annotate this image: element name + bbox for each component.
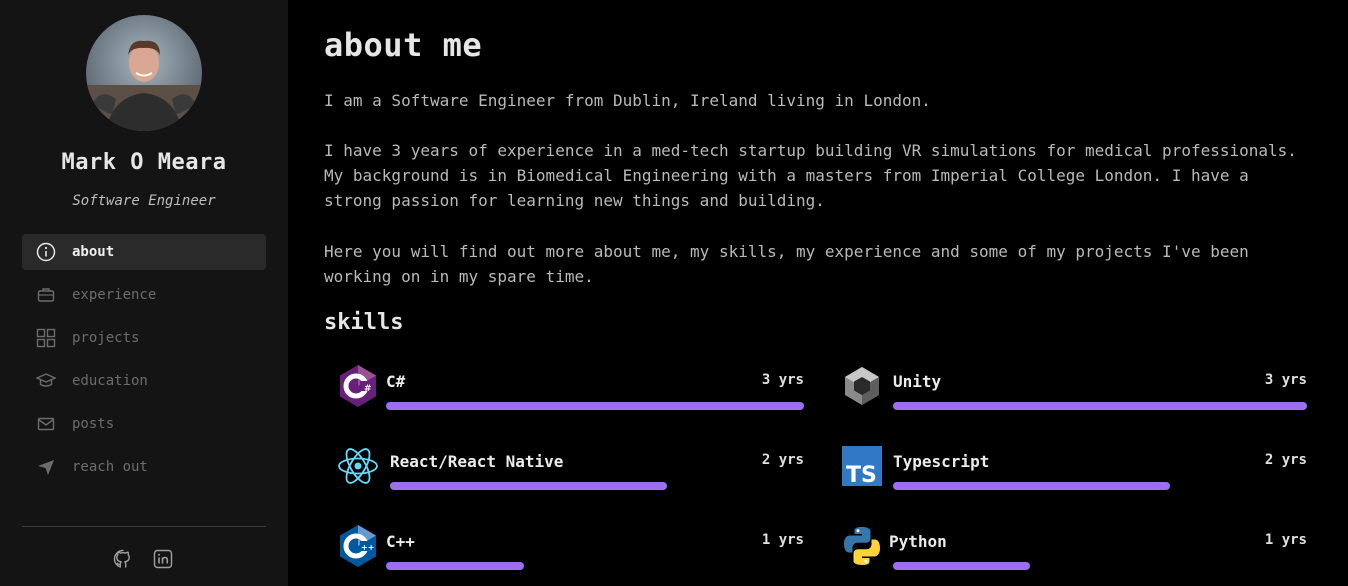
linkedin-icon[interactable] bbox=[152, 548, 174, 570]
svg-text:++: ++ bbox=[361, 543, 374, 552]
skill-years: 3 yrs bbox=[1264, 372, 1307, 388]
skill-bar-track bbox=[386, 562, 804, 570]
skill-years: 2 yrs bbox=[761, 452, 804, 468]
sidebar-nav: about experience projects education post… bbox=[22, 234, 266, 492]
skill-bar-fill bbox=[386, 402, 804, 410]
grid-icon bbox=[34, 326, 58, 350]
skill-years: 1 yrs bbox=[761, 532, 804, 548]
react-icon bbox=[336, 444, 380, 488]
sidebar-item-label: posts bbox=[72, 416, 115, 432]
skill-csharp: # C# 3 yrs bbox=[336, 364, 804, 424]
unity-icon bbox=[840, 364, 884, 408]
sidebar-item-label: reach out bbox=[72, 459, 148, 475]
avatar bbox=[86, 15, 202, 131]
sidebar-item-label: education bbox=[72, 373, 148, 389]
sidebar-item-label: about bbox=[72, 244, 115, 260]
skill-cplusplus: ++ C++ 1 yrs bbox=[336, 524, 804, 584]
skill-years: 2 yrs bbox=[1264, 452, 1307, 468]
sidebar: Mark O Meara Software Engineer about exp… bbox=[0, 0, 288, 586]
sidebar-item-experience[interactable]: experience bbox=[22, 277, 266, 313]
sidebar-divider bbox=[22, 526, 266, 527]
page-title: about me bbox=[324, 26, 483, 64]
github-icon[interactable] bbox=[112, 548, 134, 570]
sidebar-item-label: projects bbox=[72, 330, 140, 346]
graduation-cap-icon bbox=[34, 369, 58, 393]
python-icon bbox=[840, 524, 884, 568]
sidebar-item-education[interactable]: education bbox=[22, 363, 266, 399]
skill-typescript: TS Typescript 2 yrs bbox=[840, 444, 1307, 504]
csharp-icon: # bbox=[336, 364, 380, 408]
sidebar-item-projects[interactable]: projects bbox=[22, 320, 266, 356]
typescript-icon: TS bbox=[840, 444, 884, 488]
skill-name: Typescript bbox=[893, 452, 990, 471]
info-icon bbox=[34, 240, 58, 264]
skill-bar-track bbox=[893, 482, 1307, 490]
social-links bbox=[112, 548, 174, 570]
skill-python: Python 1 yrs bbox=[840, 524, 1307, 584]
skill-name: Python bbox=[889, 532, 947, 551]
skill-name: Unity bbox=[893, 372, 942, 391]
skill-name: C++ bbox=[386, 532, 415, 551]
skill-bar-fill bbox=[893, 402, 1307, 410]
about-paragraph-3-line-1: Here you will find out more about me, my… bbox=[324, 242, 1249, 261]
about-paragraph-2-line-3: strong passion for learning new things a… bbox=[324, 191, 825, 210]
skill-bar-track bbox=[893, 402, 1307, 410]
mail-icon bbox=[34, 412, 58, 436]
briefcase-icon bbox=[34, 283, 58, 307]
about-paragraph-1: I am a Software Engineer from Dublin, Ir… bbox=[324, 91, 931, 110]
skill-bar-track bbox=[386, 402, 804, 410]
skill-bar-fill bbox=[390, 482, 668, 490]
sidebar-item-reach-out[interactable]: reach out bbox=[22, 449, 266, 485]
skill-bar-track bbox=[390, 482, 804, 490]
skill-bar-fill bbox=[893, 562, 1030, 570]
skill-years: 1 yrs bbox=[1264, 532, 1307, 548]
skills-title: skills bbox=[324, 310, 404, 335]
skill-name: C# bbox=[386, 372, 406, 391]
about-paragraph-2-line-2: My background is in Biomedical Engineeri… bbox=[324, 166, 1249, 185]
cplusplus-icon: ++ bbox=[336, 524, 380, 568]
skill-react: React/React Native 2 yrs bbox=[336, 444, 804, 504]
sidebar-item-label: experience bbox=[72, 287, 157, 303]
sidebar-item-about[interactable]: about bbox=[22, 234, 266, 270]
skill-bar-track bbox=[893, 562, 1307, 570]
about-paragraph-2-line-1: I have 3 years of experience in a med-te… bbox=[324, 141, 1297, 160]
profile-role: Software Engineer bbox=[72, 193, 216, 209]
sidebar-item-posts[interactable]: posts bbox=[22, 406, 266, 442]
about-paragraph-3-line-2: working on in my spare time. bbox=[324, 267, 594, 286]
skill-bar-fill bbox=[386, 562, 524, 570]
skill-unity: Unity 3 yrs bbox=[840, 364, 1307, 424]
svg-text:TS: TS bbox=[846, 463, 877, 487]
svg-text:#: # bbox=[364, 384, 372, 394]
profile-name: Mark O Meara bbox=[61, 150, 227, 175]
skill-bar-fill bbox=[893, 482, 1171, 490]
send-icon bbox=[34, 455, 58, 479]
skill-years: 3 yrs bbox=[761, 372, 804, 388]
skill-name: React/React Native bbox=[390, 452, 564, 471]
